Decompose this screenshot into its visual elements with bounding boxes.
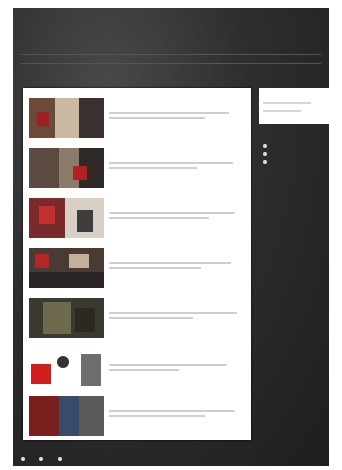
post-title[interactable] [109,302,110,308]
post-thumbnail[interactable] [29,198,104,238]
post-item[interactable] [29,248,245,290]
post-thumbnail[interactable] [29,248,104,288]
post-title[interactable] [109,400,110,406]
post-excerpt [109,262,231,264]
sidebar-widget [259,88,329,124]
breadcrumb [23,70,24,75]
post-excerpt [109,112,229,114]
post-title[interactable] [109,152,110,158]
post-thumbnail[interactable] [29,98,104,138]
site-footer [21,456,321,464]
post-excerpt [109,364,227,366]
post-excerpt [109,267,201,269]
post-excerpt [109,162,233,164]
footer-icon [39,456,44,461]
post-excerpt [109,117,205,119]
page-frame [13,8,329,466]
widget-title [263,92,264,97]
post-thumbnail[interactable] [29,350,104,390]
post-excerpt [109,212,235,214]
post-item[interactable] [29,98,245,140]
post-title[interactable] [109,202,110,208]
nav-item[interactable] [138,63,139,71]
post-excerpt [109,312,237,314]
widget-text [263,102,311,104]
post-excerpt [109,167,197,169]
footer-icon [21,456,25,461]
post-item[interactable] [29,298,245,340]
sidebar-link[interactable] [269,159,270,164]
post-excerpt [109,415,205,417]
sidebar-heading [263,134,264,139]
post-title[interactable] [109,354,110,360]
nav-item[interactable] [41,63,42,71]
post-thumbnail[interactable] [29,148,104,188]
footer-icon [57,456,62,461]
sidebar [259,88,329,208]
nav-item[interactable] [119,63,120,71]
post-item[interactable] [29,148,245,190]
post-item[interactable] [29,198,245,240]
social-icon [263,144,267,148]
post-excerpt [109,217,209,219]
sidebar-link[interactable] [269,151,270,156]
footer-item[interactable] [21,456,28,461]
post-excerpt [109,410,235,412]
nav-item[interactable] [21,63,22,71]
nav-item[interactable] [60,63,61,71]
post-excerpt [109,369,179,371]
post-item[interactable] [29,350,245,392]
post-title[interactable] [109,252,110,258]
post-item[interactable] [29,396,245,438]
post-title[interactable] [109,102,110,108]
social-icon [263,160,267,164]
post-list [23,88,251,440]
footer-item[interactable] [57,456,65,461]
site-title[interactable] [21,26,24,36]
nav-item[interactable] [99,63,100,71]
widget-text [263,110,301,112]
site-tagline [21,16,23,22]
main-nav [21,54,321,64]
footer-item[interactable] [39,456,46,461]
site-header [21,14,321,48]
social-icon [263,152,267,156]
post-thumbnail[interactable] [29,396,104,436]
post-excerpt [109,317,193,319]
nav-item[interactable] [80,63,81,71]
post-thumbnail[interactable] [29,298,104,338]
sidebar-link[interactable] [269,143,270,148]
